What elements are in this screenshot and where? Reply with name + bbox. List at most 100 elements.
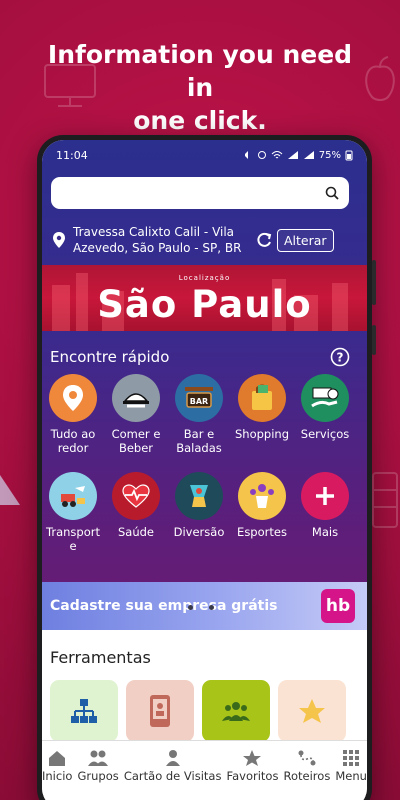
signal-2-icon xyxy=(303,151,314,159)
quick-item-bars[interactable]: BAR Bar e Baladas xyxy=(167,374,231,455)
tools-title: Ferramentas xyxy=(50,648,151,667)
tool-org-chart[interactable] xyxy=(50,680,118,742)
status-icons: 75% xyxy=(243,149,353,161)
nav-favorites-label: Favoritos xyxy=(226,769,279,783)
quick-item-label-5a: Serviços xyxy=(300,427,350,441)
nav-favorites[interactable]: Favoritos xyxy=(226,749,279,800)
signal-1-icon xyxy=(287,151,298,159)
help-icon[interactable]: ? xyxy=(330,347,350,367)
banner-text: Cadastre sua empresa grátis xyxy=(50,598,278,614)
promo-headline: Information you need in one click. xyxy=(0,38,400,137)
brand-logo: hb xyxy=(321,589,355,623)
nav-menu-label: Menu xyxy=(335,769,367,783)
health-heart-icon xyxy=(112,472,160,520)
phone-card-icon xyxy=(150,695,170,727)
svg-text:?: ? xyxy=(337,351,344,365)
address-line-1: Travessa Calixto Calil - Vila xyxy=(73,225,235,239)
tool-groups[interactable] xyxy=(202,680,270,742)
quick-item-more[interactable]: Mais xyxy=(293,472,357,539)
quick-item-all-around[interactable]: Tudo ao redor xyxy=(42,374,105,455)
shopping-bag-icon xyxy=(238,374,286,422)
battery-percent: 75% xyxy=(318,149,341,161)
quick-item-label-1a: Tudo ao xyxy=(50,427,96,441)
quick-item-shopping[interactable]: Shopping xyxy=(230,374,294,441)
nav-routes-label: Roteiros xyxy=(283,769,331,783)
nav-home-label: Inicio xyxy=(42,769,73,783)
plus-icon xyxy=(301,472,349,520)
quick-item-fun[interactable]: Diversão xyxy=(167,472,231,539)
bar-sign-icon: BAR xyxy=(175,374,223,422)
status-bar: 11:04 75% xyxy=(42,140,367,170)
promo-line-1: Information you need in xyxy=(47,40,353,102)
city-banner: Localização São Paulo xyxy=(42,265,367,331)
transport-icon xyxy=(49,472,97,520)
alarm-icon xyxy=(257,151,266,159)
home-icon xyxy=(49,751,66,766)
quick-item-label-6b: e xyxy=(69,539,77,553)
phone-power-button xyxy=(372,325,376,355)
org-chart-icon xyxy=(71,699,97,723)
quick-item-label-9a: Esportes xyxy=(237,525,287,539)
sports-icon xyxy=(238,472,286,520)
food-service-icon xyxy=(112,374,160,422)
wifi-icon xyxy=(271,151,283,159)
header-area: 11:04 75% Travessa Calixto Calil - Vila xyxy=(42,140,367,630)
groups-icon xyxy=(88,750,109,766)
quick-item-health[interactable]: Saúde xyxy=(104,472,168,539)
refresh-icon[interactable] xyxy=(255,231,273,249)
tool-favorites[interactable] xyxy=(278,680,346,742)
nav-routes[interactable]: Roteiros xyxy=(283,749,331,800)
quick-item-transport[interactable]: Transport e xyxy=(42,472,105,553)
nav-business-card[interactable]: Cartão de Visitas xyxy=(123,749,222,800)
phone-volume-button xyxy=(372,260,376,305)
nav-menu[interactable]: Menu xyxy=(335,749,367,800)
nav-home[interactable]: Inicio xyxy=(42,749,72,800)
person-icon xyxy=(165,750,180,766)
quick-item-label-8a: Diversão xyxy=(173,525,225,539)
nav-business-card-label: Cartão de Visitas xyxy=(123,769,222,783)
star-icon xyxy=(299,699,325,723)
address-line-2: Azevedo, São Paulo - SP, BR xyxy=(73,241,242,255)
grid-menu-icon xyxy=(343,750,360,766)
city-name: São Paulo xyxy=(97,283,312,326)
services-icon xyxy=(301,374,349,422)
quick-item-label-3a: Bar e xyxy=(183,427,215,441)
quick-item-label-3b: Baladas xyxy=(176,441,222,455)
quick-item-label-7a: Saúde xyxy=(117,525,154,539)
carousel-dot[interactable] xyxy=(188,605,193,610)
search-input[interactable] xyxy=(51,177,349,209)
nav-groups[interactable]: Grupos xyxy=(78,749,119,800)
quick-item-label-10a: Mais xyxy=(311,525,339,539)
search-icon[interactable] xyxy=(325,186,339,200)
group-icon xyxy=(222,702,250,721)
change-location-button[interactable]: Alterar xyxy=(277,228,334,252)
silent-icon xyxy=(244,151,248,159)
location-bar: Travessa Calixto Calil - Vila Azevedo, S… xyxy=(51,222,351,258)
promo-line-2: one click. xyxy=(133,106,267,135)
location-pin-icon xyxy=(53,232,65,248)
status-time: 11:04 xyxy=(56,148,88,162)
quick-item-label-4a: Shopping xyxy=(234,427,289,441)
grid-outline-icon xyxy=(372,472,398,528)
quick-item-label-6a: Transport xyxy=(46,525,100,539)
carousel-dot[interactable] xyxy=(209,605,214,610)
location-pin-icon xyxy=(49,374,97,422)
quick-item-label-1b: redor xyxy=(57,441,89,455)
quick-item-services[interactable]: Serviços xyxy=(293,374,357,441)
current-address: Travessa Calixto Calil - Vila Azevedo, S… xyxy=(73,224,249,256)
tool-business-card[interactable] xyxy=(126,680,194,742)
city-caption: Localização xyxy=(178,274,231,282)
star-icon xyxy=(243,750,262,766)
background-shape xyxy=(0,445,20,505)
svg-text:BAR: BAR xyxy=(190,397,208,406)
route-icon xyxy=(298,750,316,766)
nav-groups-label: Grupos xyxy=(77,769,119,783)
quick-find-title: Encontre rápido xyxy=(50,348,170,366)
quick-item-label-2b: Beber xyxy=(118,441,154,455)
phone-frame: 11:04 75% Travessa Calixto Calil - Vila xyxy=(37,135,376,800)
bottom-navigation: Inicio Grupos Cartão de Visitas Favorito… xyxy=(42,740,367,800)
battery-icon xyxy=(345,150,353,161)
quick-item-food[interactable]: Comer e Beber xyxy=(104,374,168,455)
carousel-dots xyxy=(188,605,214,610)
quick-item-sports[interactable]: Esportes xyxy=(230,472,294,539)
